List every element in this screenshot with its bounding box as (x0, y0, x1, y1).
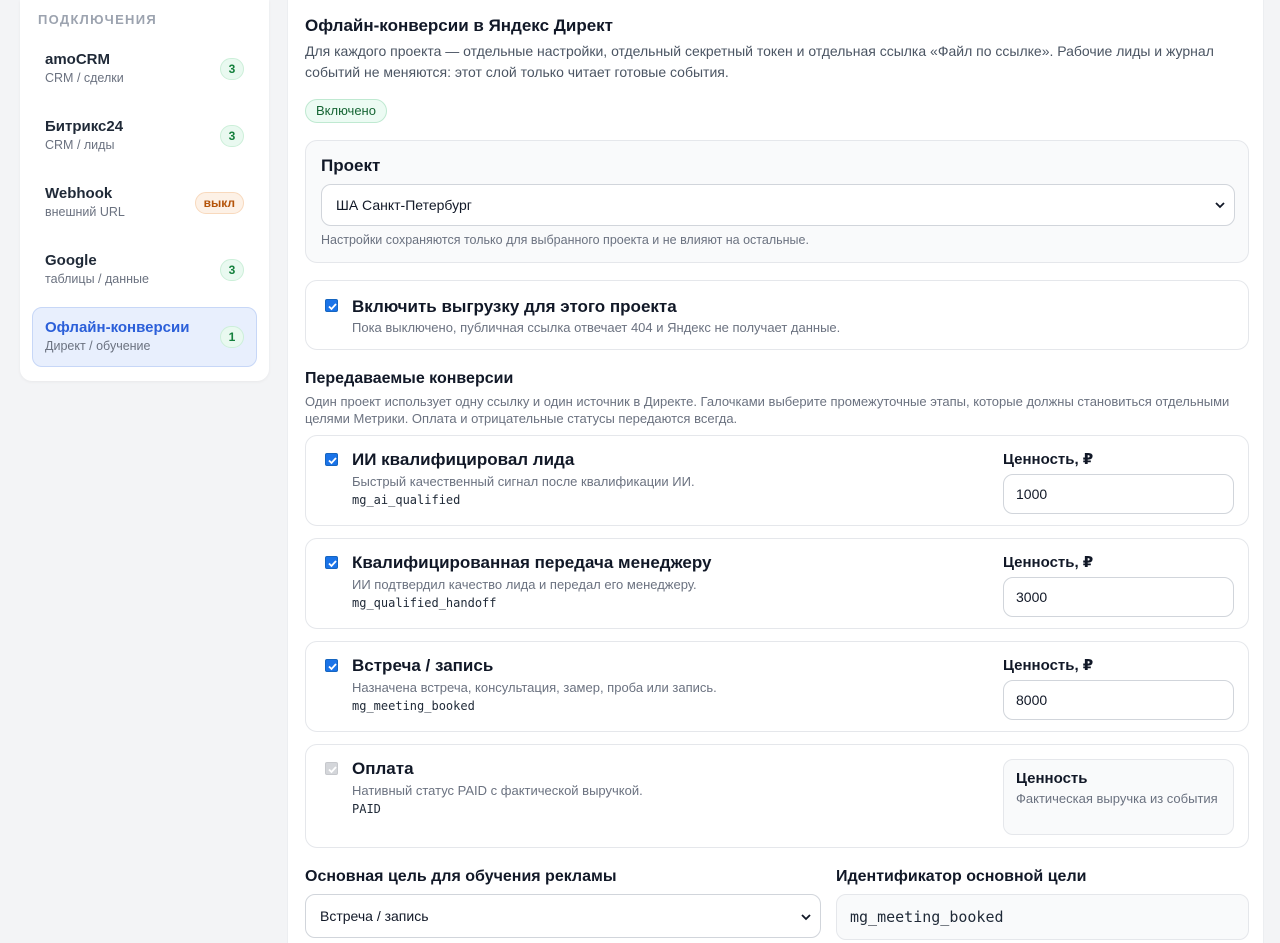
goal-id-field[interactable]: mg_meeting_booked (836, 894, 1249, 940)
value-label: Ценность, ₽ (1003, 451, 1094, 468)
project-card: Проект ША Санкт-Петербург Настройки сохр… (305, 140, 1249, 263)
conversion-description: ИИ подтвердил качество лида и передал ег… (352, 577, 697, 592)
conversion-description: Назначена встреча, консультация, замер, … (352, 680, 717, 695)
value-input[interactable]: 1000 (1003, 474, 1234, 514)
export-checkbox[interactable] (325, 299, 338, 312)
sidebar-item-subtitle: Директ / обучение (45, 339, 151, 353)
conversion-code: mg_ai_qualified (352, 493, 461, 507)
count-badge: 3 (220, 58, 244, 80)
page-title: Офлайн-конверсии в Яндекс Директ (305, 16, 613, 35)
sidebar-item-subtitle: CRM / сделки (45, 71, 124, 85)
conversion-title: Оплата (352, 759, 414, 778)
sidebar-item-title: Битрикс24 (45, 118, 124, 135)
conversion-code: mg_meeting_booked (352, 699, 475, 713)
sidebar-item-webhook[interactable]: Webhook внешний URL выкл (32, 173, 257, 233)
count-badge: 3 (220, 259, 244, 281)
check-icon (328, 303, 337, 311)
conversion-checkbox[interactable] (325, 453, 338, 466)
page-description: Для каждого проекта — отдельные настройк… (305, 43, 1214, 80)
main-panel: Офлайн-конверсии в Яндекс Директ Для каж… (287, 0, 1264, 943)
goal-label: Основная цель для обучения рекламы (305, 868, 617, 885)
chevron-down-icon (1215, 202, 1225, 209)
conversion-title: Квалифицированная передача менеджеру (352, 553, 712, 572)
conversion-code: PAID (352, 802, 381, 816)
value-note: Фактическая выручка из события (1016, 791, 1218, 806)
conversion-item-paid: Оплата Нативный статус PAID с фактическо… (305, 744, 1249, 848)
status-badge: выкл (194, 192, 244, 214)
conversion-checkbox[interactable] (325, 556, 338, 569)
conversion-checkbox-disabled (325, 762, 338, 775)
value-label: Ценность, ₽ (1003, 657, 1094, 674)
sidebar-item-title: Google (45, 252, 97, 269)
value-label: Ценность (1016, 770, 1088, 787)
value-label: Ценность, ₽ (1003, 554, 1094, 571)
sidebar-item-google[interactable]: Google таблицы / данные 3 (32, 240, 257, 300)
project-select-value: ША Санкт-Петербург (336, 197, 472, 213)
sidebar-item-amocrm[interactable]: amoCRM CRM / сделки 3 (32, 39, 257, 99)
check-icon (328, 457, 337, 465)
export-hint: Пока выключено, публичная ссылка отвечае… (352, 320, 841, 335)
check-icon (328, 663, 337, 671)
sidebar-item-title: Офлайн-конверсии (45, 319, 190, 336)
check-icon (328, 560, 337, 568)
check-icon (328, 766, 337, 774)
project-label: Проект (321, 156, 381, 175)
project-select[interactable]: ША Санкт-Петербург (321, 184, 1235, 226)
project-hint: Настройки сохраняются только для выбранн… (321, 233, 809, 247)
conversion-description: Нативный статус PAID с фактической выруч… (352, 783, 643, 798)
goal-select[interactable]: Встреча / запись (305, 894, 821, 938)
sidebar-item-subtitle: таблицы / данные (45, 272, 149, 286)
value-input[interactable]: 8000 (1003, 680, 1234, 720)
goal-id-label: Идентификатор основной цели (836, 868, 1087, 885)
conversions-description: Один проект использует одну ссылку и оди… (305, 394, 1230, 426)
sidebar-item-offline-conversions[interactable]: Офлайн-конверсии Директ / обучение 1 (32, 307, 257, 367)
export-label: Включить выгрузку для этого проекта (352, 297, 677, 316)
sidebar-item-bitrix24[interactable]: Битрикс24 CRM / лиды 3 (32, 106, 257, 166)
export-card: Включить выгрузку для этого проекта Пока… (305, 280, 1249, 350)
sidebar: ПОДКЛЮЧЕНИЯ amoCRM CRM / сделки 3 Битрик… (20, 0, 269, 381)
value-readonly-box: Ценность Фактическая выручка из события (1003, 759, 1234, 835)
chevron-down-icon (801, 914, 811, 921)
conversion-item-ai-qualified: ИИ квалифицировал лида Быстрый качествен… (305, 435, 1249, 526)
sidebar-item-subtitle: CRM / лиды (45, 138, 115, 152)
value-input[interactable]: 3000 (1003, 577, 1234, 617)
count-badge: 3 (220, 125, 244, 147)
count-badge: 1 (220, 326, 244, 348)
goal-select-value: Встреча / запись (320, 908, 429, 924)
conversion-title: Встреча / запись (352, 656, 494, 675)
conversion-item-meeting-booked: Встреча / запись Назначена встреча, конс… (305, 641, 1249, 732)
conversion-description: Быстрый качественный сигнал после квалиф… (352, 474, 695, 489)
conversion-code: mg_qualified_handoff (352, 596, 497, 610)
conversion-title: ИИ квалифицировал лида (352, 450, 575, 469)
sidebar-item-title: amoCRM (45, 51, 111, 68)
sidebar-heading: ПОДКЛЮЧЕНИЯ (38, 12, 158, 27)
conversion-checkbox[interactable] (325, 659, 338, 672)
status-badge: Включено (305, 99, 387, 123)
conversions-title: Передаваемые конверсии (305, 370, 514, 387)
conversion-item-qualified-handoff: Квалифицированная передача менеджеру ИИ … (305, 538, 1249, 629)
